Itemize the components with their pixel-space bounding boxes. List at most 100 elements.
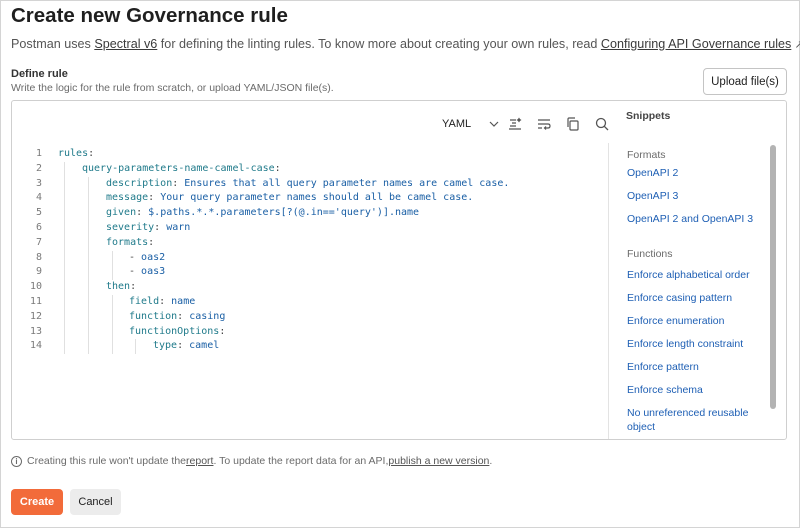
language-value: YAML [442, 118, 472, 130]
indent-guide [88, 176, 89, 192]
indent-guide [88, 235, 89, 251]
report-link[interactable]: report [186, 455, 213, 467]
snippet-openapi-2-and-3[interactable]: OpenAPI 2 and OpenAPI 3 [627, 213, 765, 227]
yaml-separator: : [177, 340, 190, 352]
indent-guide [64, 235, 65, 251]
yaml-value: Ensures that all query parameter names a… [184, 177, 510, 189]
line-number: 10 [29, 281, 42, 293]
publish-version-link[interactable]: publish a new version [388, 455, 489, 467]
indent-guide [112, 339, 113, 355]
code-line: 6 severity: warn [12, 220, 608, 236]
snippets-panel: Formats OpenAPI 2 OpenAPI 3 OpenAPI 2 an… [608, 143, 778, 439]
subtitle-prefix: Postman uses [11, 37, 95, 51]
snippet-length-constraint[interactable]: Enforce length constraint [627, 338, 765, 352]
language-select[interactable]: YAML [442, 118, 499, 130]
code-text: function: casing [129, 310, 225, 325]
indent-guide [64, 324, 65, 340]
code-line: 7 formats: [12, 235, 608, 251]
yaml-value: oas3 [141, 266, 166, 278]
indent-guide [112, 294, 113, 310]
indent-guide [64, 309, 65, 325]
yaml-key: - [129, 251, 142, 263]
line-number: 6 [35, 221, 42, 233]
code-text: severity: warn [106, 221, 190, 236]
code-line: 12 function: casing [12, 309, 608, 325]
line-number: 1 [35, 148, 42, 159]
line-number: 14 [29, 340, 42, 352]
snippet-enumeration[interactable]: Enforce enumeration [627, 315, 765, 329]
yaml-key: then [106, 281, 131, 293]
indent-guide [112, 309, 113, 325]
yaml-key: query-parameters-name-camel-case [82, 162, 275, 174]
yaml-value: oas2 [141, 251, 166, 263]
indent-guide [112, 265, 113, 281]
create-button[interactable]: Create [11, 489, 63, 515]
code-line: 13 functionOptions: [12, 324, 608, 340]
yaml-value: warn [166, 221, 191, 233]
chevron-down-icon [489, 118, 499, 130]
formats-section-label: Formats [627, 149, 666, 161]
define-rule-hint: Write the logic for the rule from scratc… [11, 82, 334, 94]
snippet-pattern[interactable]: Enforce pattern [627, 361, 765, 375]
wrap-lines-icon[interactable] [535, 115, 553, 133]
code-line: 2 query-parameters-name-camel-case: [12, 161, 608, 177]
line-number: 5 [35, 207, 42, 219]
snippet-schema[interactable]: Enforce schema [627, 384, 765, 398]
yaml-key: message [106, 192, 149, 204]
indent-guide [88, 191, 89, 207]
code-text: type: camel [153, 339, 219, 354]
info-suffix: . [489, 455, 493, 467]
snippets-title: Snippets [626, 110, 671, 122]
yaml-key: field [129, 295, 160, 307]
line-number: 2 [35, 162, 42, 174]
yaml-key: given [106, 207, 137, 219]
yaml-value: name [171, 295, 196, 307]
yaml-key: - [129, 266, 142, 278]
cancel-button[interactable]: Cancel [70, 489, 121, 515]
indent-guide [88, 339, 89, 355]
info-middle: . To update the report data for an API, [213, 455, 389, 467]
yaml-key: functionOptions [129, 325, 220, 337]
search-icon[interactable] [593, 115, 611, 133]
snippets-scrollbar[interactable] [768, 143, 778, 433]
code-text: rules: [58, 147, 94, 162]
snippet-unreferenced-object[interactable]: No unreferenced reusable object [627, 407, 765, 434]
code-line: 14 type: camel [12, 339, 608, 355]
yaml-value: $.paths.*.*.parameters[?(@.in=='query')]… [148, 207, 420, 219]
copy-icon[interactable] [564, 115, 582, 133]
code-text: given: $.paths.*.*.parameters[?(@.in=='q… [106, 206, 419, 221]
subtitle: Postman uses Spectral v6 for defining th… [11, 37, 800, 51]
beautify-icon[interactable] [506, 115, 524, 133]
yaml-separator: : [148, 236, 155, 248]
indent-guide [64, 250, 65, 266]
scrollbar-thumb[interactable] [770, 145, 776, 409]
indent-guide [88, 309, 89, 325]
code-line: 1 rules: [12, 147, 608, 162]
snippet-openapi-2[interactable]: OpenAPI 2 [627, 167, 765, 181]
spectral-link[interactable]: Spectral v6 [94, 37, 157, 51]
code-text: formats: [106, 236, 154, 251]
code-area[interactable]: 1 rules: 2 query-parameters-name-camel-case… [12, 147, 608, 355]
indent-guide [88, 220, 89, 236]
editor-toolbar: YAML [12, 101, 620, 141]
code-line: 9 - oas3 [12, 265, 608, 281]
line-number: 7 [35, 236, 42, 248]
yaml-value: camel [189, 340, 220, 352]
upload-files-button[interactable]: Upload file(s) [703, 68, 787, 95]
line-number: 12 [29, 310, 42, 322]
code-text: description: Ensures that all query para… [106, 177, 509, 192]
code-line: 3 description: Ensures that all query par… [12, 176, 608, 192]
info-prefix: Creating this rule won't update the [27, 455, 187, 467]
indent-guide [64, 339, 65, 355]
configuring-rules-link[interactable]: Configuring API Governance rules [601, 37, 791, 51]
snippet-casing-pattern[interactable]: Enforce casing pattern [627, 292, 765, 306]
line-number: 3 [35, 177, 42, 189]
indent-guide [64, 220, 65, 236]
code-text: then: [106, 280, 136, 295]
snippet-openapi-3[interactable]: OpenAPI 3 [627, 190, 765, 204]
yaml-key: description [106, 177, 173, 189]
code-line: 5 given: $.paths.*.*.parameters[?(@.in=='… [12, 206, 608, 221]
snippet-alphabetical-order[interactable]: Enforce alphabetical order [627, 269, 765, 283]
yaml-key: severity [106, 221, 155, 233]
code-line: 8 - oas2 [12, 250, 608, 266]
